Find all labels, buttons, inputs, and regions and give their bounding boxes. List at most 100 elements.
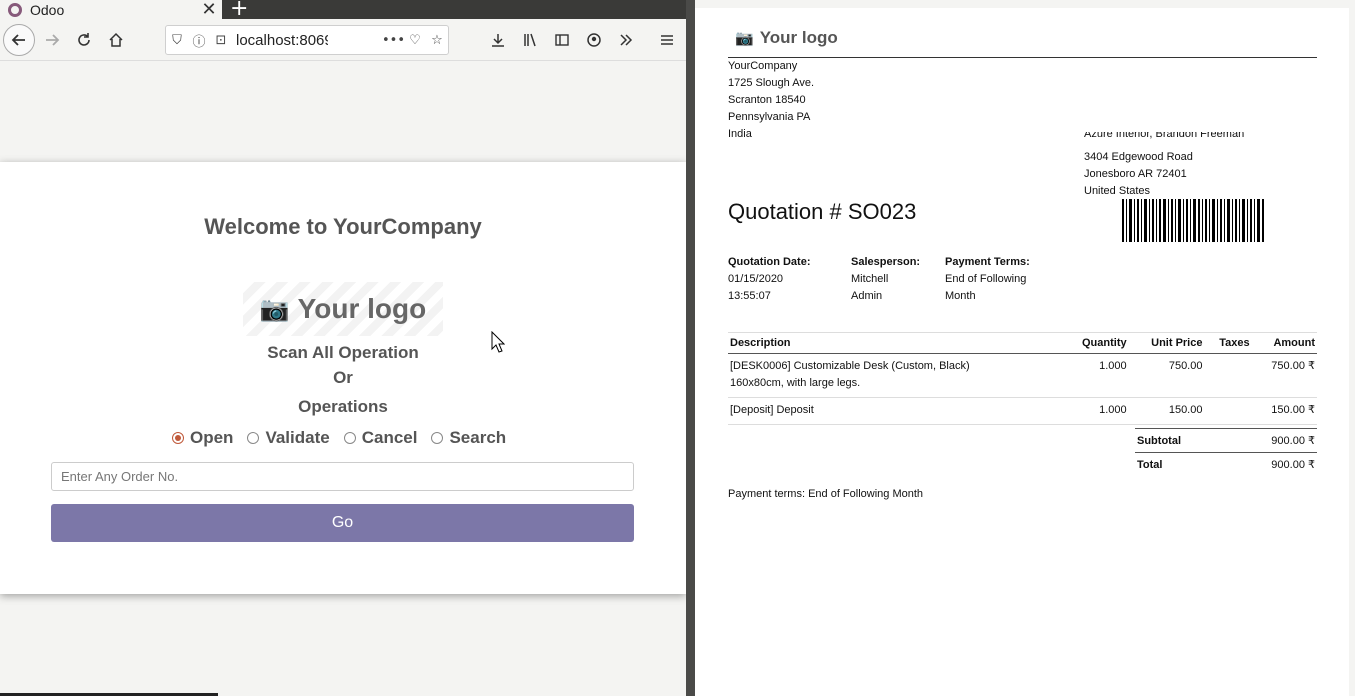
payment-terms-block: Payment Terms: End of Following Month bbox=[945, 254, 1045, 305]
total-value: 900.00 ₹ bbox=[1226, 452, 1317, 476]
line-unit-price: 750.00 bbox=[1128, 353, 1205, 398]
menu-icon bbox=[661, 35, 673, 45]
menu-button[interactable] bbox=[653, 26, 681, 54]
radio-label: Cancel bbox=[361, 428, 418, 447]
sidebar-button[interactable] bbox=[548, 26, 576, 54]
subtotal-label: Subtotal bbox=[1135, 428, 1227, 453]
mouse-cursor-icon bbox=[491, 331, 505, 353]
line-unit-price: 150.00 bbox=[1128, 397, 1205, 425]
salesperson-block: Salesperson: Mitchell Admin bbox=[851, 254, 931, 305]
col-unit-price: Unit Price bbox=[1128, 332, 1205, 354]
connection-icon: ⊡ bbox=[215, 32, 227, 48]
radio-open[interactable]: Open bbox=[172, 428, 233, 448]
col-quantity: Quantity bbox=[1061, 332, 1129, 354]
radio-label: Search bbox=[449, 428, 507, 447]
report-logo-text: Your logo bbox=[759, 28, 838, 47]
pocket-icon[interactable]: ♡ bbox=[404, 33, 426, 48]
radio-label: Validate bbox=[265, 428, 330, 447]
line-quantity: 1.000 bbox=[1061, 397, 1129, 425]
library-icon bbox=[524, 33, 536, 47]
header-rule bbox=[728, 57, 1317, 58]
radio-validate[interactable]: Validate bbox=[247, 428, 330, 448]
download-button[interactable] bbox=[484, 26, 512, 54]
quotation-report: 📷 Your logo YourCompany 1725 Slough Ave.… bbox=[695, 8, 1349, 696]
info-icon[interactable]: ⓘ bbox=[188, 31, 210, 50]
customer-name: Azure Interior, Brandon Freeman bbox=[1084, 132, 1245, 140]
radio-dot[interactable] bbox=[247, 432, 260, 444]
barcode-icon bbox=[1122, 199, 1264, 242]
info-value: Mitchell bbox=[851, 273, 889, 285]
line-quantity: 1.000 bbox=[1061, 353, 1129, 398]
radio-dot[interactable] bbox=[343, 432, 356, 444]
description-line: [Deposit] Deposit bbox=[730, 404, 814, 416]
quotation-date-block: Quotation Date: 01/15/2020 13:55:07 bbox=[728, 254, 811, 305]
info-value: 13:55:07 bbox=[728, 290, 771, 302]
account-button[interactable] bbox=[580, 26, 608, 54]
order-number-input[interactable] bbox=[51, 462, 634, 491]
overflow-button[interactable] bbox=[612, 26, 640, 54]
line-amount: 150.00 ₹ bbox=[1251, 397, 1317, 425]
camera-icon: 📷 bbox=[259, 295, 290, 323]
line-amount: 750.00 ₹ bbox=[1251, 353, 1317, 398]
tab-strip: Odoo ✕ + bbox=[0, 0, 686, 21]
bookmark-star-icon[interactable]: ☆ bbox=[426, 33, 448, 48]
new-tab-button[interactable]: + bbox=[230, 0, 248, 21]
line-taxes bbox=[1204, 397, 1252, 425]
subtotal-row: Subtotal 900.00 ₹ bbox=[1135, 428, 1317, 453]
col-amount: Amount bbox=[1251, 332, 1317, 354]
col-description: Description bbox=[728, 332, 1062, 354]
description-line: [DESK0006] Customizable Desk (Custom, Bl… bbox=[730, 360, 970, 372]
forward-button[interactable] bbox=[38, 26, 66, 54]
download-icon bbox=[492, 34, 504, 47]
info-value: 01/15/2020 bbox=[728, 273, 784, 285]
url-text[interactable]: localhost:8069 bbox=[236, 32, 328, 49]
address-line: Scranton 18540 bbox=[728, 94, 806, 106]
camera-icon: 📷 bbox=[735, 30, 754, 47]
info-label: Salesperson: bbox=[851, 256, 921, 268]
line-description: [Deposit] Deposit bbox=[728, 397, 1062, 425]
subtotal-value: 900.00 ₹ bbox=[1226, 428, 1317, 453]
or-label: Or bbox=[333, 368, 353, 387]
radio-label: Open bbox=[190, 428, 234, 447]
back-button[interactable] bbox=[3, 24, 35, 56]
home-button[interactable] bbox=[102, 26, 130, 54]
page-actions-icon[interactable]: ••• bbox=[382, 33, 405, 48]
go-button[interactable]: Go bbox=[51, 504, 634, 542]
operation-radio-group: Open Validate Cancel Search bbox=[172, 428, 506, 448]
close-tab-icon[interactable]: ✕ bbox=[196, 0, 222, 20]
address-line: 1725 Slough Ave. bbox=[728, 77, 815, 89]
total-label: Total bbox=[1135, 452, 1227, 476]
info-label: Quotation Date: bbox=[728, 256, 811, 268]
nav-toolbar: ⛉ ⓘ ⊡ localhost:8069 ••• ♡ ☆ bbox=[0, 19, 686, 61]
info-label: Payment Terms: bbox=[945, 256, 1030, 268]
radio-dot[interactable] bbox=[431, 432, 444, 444]
library-button[interactable] bbox=[516, 26, 544, 54]
logo-text: Your logo bbox=[297, 293, 427, 324]
operations-label: Operations bbox=[298, 397, 388, 416]
browser-tab[interactable]: Odoo ✕ bbox=[0, 0, 222, 20]
address-line: 3404 Edgewood Road bbox=[1084, 151, 1193, 163]
shield-icon[interactable]: ⛉ bbox=[166, 33, 188, 48]
window-divider[interactable] bbox=[686, 0, 695, 696]
welcome-heading: Welcome to YourCompany bbox=[204, 214, 482, 239]
customer-name-clipped: Azure Interior, Brandon Freeman bbox=[1084, 132, 1284, 142]
address-line: YourCompany bbox=[728, 60, 798, 72]
address-line: Jonesboro AR 72401 bbox=[1084, 168, 1187, 180]
overflow-icon bbox=[620, 34, 633, 46]
line-description: [DESK0006] Customizable Desk (Custom, Bl… bbox=[728, 353, 1062, 398]
address-bar[interactable]: ⛉ ⓘ ⊡ localhost:8069 ••• ♡ ☆ bbox=[165, 25, 449, 55]
radio-search[interactable]: Search bbox=[431, 428, 506, 448]
info-value: Admin bbox=[851, 290, 883, 302]
tab-title: Odoo bbox=[30, 1, 65, 18]
info-value: Month bbox=[945, 290, 976, 302]
reload-button[interactable] bbox=[70, 26, 98, 54]
quotation-title: Quotation # SO023 bbox=[728, 199, 917, 224]
odoo-favicon-icon bbox=[8, 2, 22, 17]
radio-cancel[interactable]: Cancel bbox=[343, 428, 418, 448]
customer-address: 3404 Edgewood Road Jonesboro AR 72401 Un… bbox=[1084, 149, 1193, 200]
home-icon bbox=[109, 32, 123, 47]
back-icon bbox=[11, 34, 25, 46]
radio-dot[interactable] bbox=[172, 432, 184, 444]
payment-terms-note: Payment terms: End of Following Month bbox=[728, 488, 924, 500]
forward-icon bbox=[46, 34, 60, 46]
